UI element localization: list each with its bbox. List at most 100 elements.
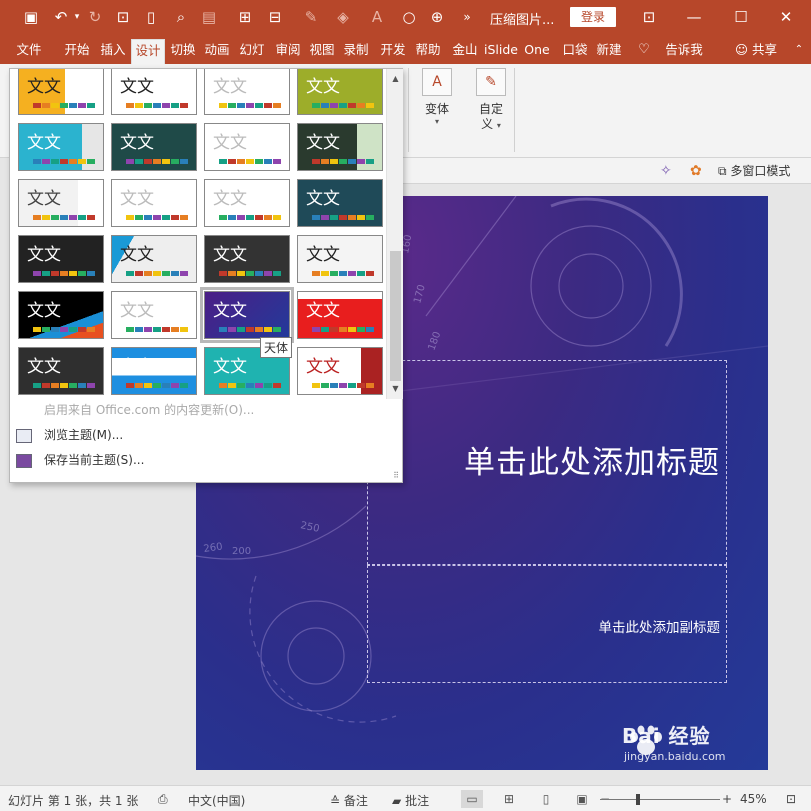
language-indicator[interactable]: 中文(中国): [188, 792, 245, 809]
multiwindow-button[interactable]: ⧉ 多窗口模式: [718, 162, 790, 180]
tab-design[interactable]: 设计: [131, 39, 165, 64]
browse-themes-item[interactable]: 浏览主题(M)...: [16, 425, 396, 445]
theme-thumbnail[interactable]: 文文: [297, 347, 383, 395]
slide-sorter-button[interactable]: ⊞: [498, 790, 520, 808]
slideshow-icon[interactable]: ⊡: [112, 6, 134, 28]
tab-new[interactable]: 新建: [592, 39, 626, 64]
gallery-scrollbar[interactable]: ▲ ▼: [386, 69, 403, 399]
theme-thumbnail[interactable]: 文文: [111, 347, 197, 395]
close-icon[interactable]: ✕: [774, 5, 798, 29]
notes-button[interactable]: ≙ 备注: [330, 792, 368, 809]
layout-icon[interactable]: ⊟: [264, 6, 286, 28]
tab-kingsoft[interactable]: 金山: [449, 39, 481, 64]
save-icon[interactable]: ▣: [20, 6, 42, 28]
picture-icon[interactable]: ▤: [198, 6, 220, 28]
collapse-ribbon-icon[interactable]: ⌃: [792, 39, 806, 64]
scroll-down-icon[interactable]: ▼: [389, 382, 402, 395]
theme-thumbnail[interactable]: 文文: [111, 123, 197, 171]
normal-view-button[interactable]: ▭: [461, 790, 483, 808]
resize-grip-icon[interactable]: ⠿: [393, 471, 399, 480]
subtitle-text: 单击此处添加副标题: [598, 620, 721, 636]
select-icon[interactable]: ⊕: [426, 6, 448, 28]
lightbulb-icon[interactable]: ♡: [636, 39, 652, 64]
tab-slideshow[interactable]: 幻灯: [236, 39, 268, 64]
maximize-icon[interactable]: ☐: [729, 5, 753, 29]
theme-thumbnail[interactable]: 文文: [111, 69, 197, 115]
theme-thumbnail[interactable]: 文文: [297, 69, 383, 115]
login-button[interactable]: 登录: [570, 7, 616, 27]
color-swatches: [312, 327, 374, 332]
zoom-in-icon[interactable]: +: [722, 792, 732, 806]
pen-icon[interactable]: ✎: [300, 6, 322, 28]
tab-islide[interactable]: iSlide: [484, 39, 518, 64]
subtitle-placeholder[interactable]: 单击此处添加副标题: [367, 565, 727, 683]
tab-animations[interactable]: 动画: [201, 39, 233, 64]
theme-thumbnail[interactable]: 文文: [18, 291, 104, 339]
variants-button[interactable]: A 变体 ▾: [417, 68, 457, 126]
theme-thumbnail[interactable]: 文文: [297, 179, 383, 227]
save-theme-item[interactable]: 保存当前主题(S)...: [16, 450, 396, 470]
theme-thumbnail[interactable]: 文文: [204, 179, 290, 227]
comments-button[interactable]: ▰ 批注: [392, 792, 429, 809]
title-bar: ▣ ↶ ▾ ↻ ⊡ ▯ ⌕ ▤ ⊞ ⊟ ✎ ◈ A ○ ⊕ » 压缩图片... …: [0, 0, 811, 34]
theme-thumbnail[interactable]: 文文: [18, 235, 104, 283]
theme-thumbnail[interactable]: 文文: [204, 235, 290, 283]
theme-thumbnail-text: 文文: [120, 357, 154, 377]
tab-onenote[interactable]: One: [520, 39, 554, 64]
theme-thumbnail-text: 文文: [120, 301, 154, 321]
minimize-icon[interactable]: —: [682, 5, 706, 29]
ribbon-display-icon[interactable]: ⊡: [637, 5, 661, 29]
circle-shape-icon[interactable]: ○: [398, 6, 420, 28]
grid-icon[interactable]: ⊞: [234, 6, 256, 28]
ring-label: 260: [203, 541, 223, 555]
status-bar: 幻灯片 第 1 张，共 1 张 ⎙ 中文(中国) ≙ 备注 ▰ 批注 ▭ ⊞ ▯…: [0, 785, 811, 811]
tab-insert[interactable]: 插入: [96, 39, 130, 64]
tab-developer[interactable]: 开发: [376, 39, 410, 64]
theme-thumbnail[interactable]: 文文: [200, 287, 294, 343]
tab-home[interactable]: 开始: [60, 39, 94, 64]
new-file-icon[interactable]: ▯: [140, 6, 162, 28]
tab-pocket[interactable]: 口袋: [559, 39, 591, 64]
tab-view[interactable]: 视图: [306, 39, 338, 64]
tab-transitions[interactable]: 切换: [167, 39, 199, 64]
theme-thumbnail[interactable]: 文文: [297, 291, 383, 339]
theme-thumbnail[interactable]: 文文: [18, 69, 104, 115]
share-button[interactable]: ☺ 共享: [732, 39, 780, 64]
theme-thumbnail[interactable]: 文文: [18, 179, 104, 227]
theme-thumbnail[interactable]: 文文: [111, 179, 197, 227]
more-icon[interactable]: »: [456, 6, 478, 28]
zoom-slider-knob[interactable]: [636, 794, 640, 805]
color-swatches: [33, 327, 95, 332]
scroll-thumb[interactable]: [390, 251, 401, 381]
spellcheck-icon[interactable]: ⎙: [158, 792, 168, 807]
tab-review[interactable]: 审阅: [272, 39, 304, 64]
magic-icon[interactable]: ✧: [660, 162, 672, 180]
theme-thumbnail[interactable]: 文文: [297, 123, 383, 171]
scroll-up-icon[interactable]: ▲: [389, 72, 402, 85]
customize-icon: ✎: [476, 68, 506, 96]
fit-slide-icon[interactable]: ⊡: [786, 792, 796, 806]
reading-view-button[interactable]: ▯: [535, 790, 557, 808]
slideshow-view-button[interactable]: ▣: [571, 790, 593, 808]
gear-icon[interactable]: ✿: [690, 162, 702, 180]
theme-thumbnail[interactable]: 文文: [204, 69, 290, 115]
zoom-level[interactable]: 45%: [740, 792, 767, 806]
theme-thumbnail[interactable]: 文文: [18, 347, 104, 395]
tell-me-input[interactable]: 告诉我: [662, 39, 706, 64]
tab-file[interactable]: 文件: [12, 39, 46, 64]
preview-icon[interactable]: ⌕: [170, 6, 192, 28]
theme-thumbnail[interactable]: 文文: [18, 123, 104, 171]
font-color-icon[interactable]: A: [366, 6, 388, 28]
theme-thumbnail[interactable]: 文文: [297, 235, 383, 283]
theme-thumbnail-text: 文文: [27, 77, 61, 97]
tab-record[interactable]: 录制: [340, 39, 372, 64]
theme-thumbnail[interactable]: 文文: [111, 235, 197, 283]
title-placeholder[interactable]: 单击此处添加标题: [367, 360, 727, 565]
theme-thumbnail[interactable]: 文文: [111, 291, 197, 339]
tab-help[interactable]: 帮助: [412, 39, 444, 64]
zoom-slider[interactable]: [600, 799, 720, 800]
fill-icon[interactable]: ◈: [332, 6, 354, 28]
customize-button[interactable]: ✎ 自定义 ▾: [471, 68, 511, 133]
redo-icon[interactable]: ↻: [84, 6, 106, 28]
theme-thumbnail[interactable]: 文文: [204, 123, 290, 171]
